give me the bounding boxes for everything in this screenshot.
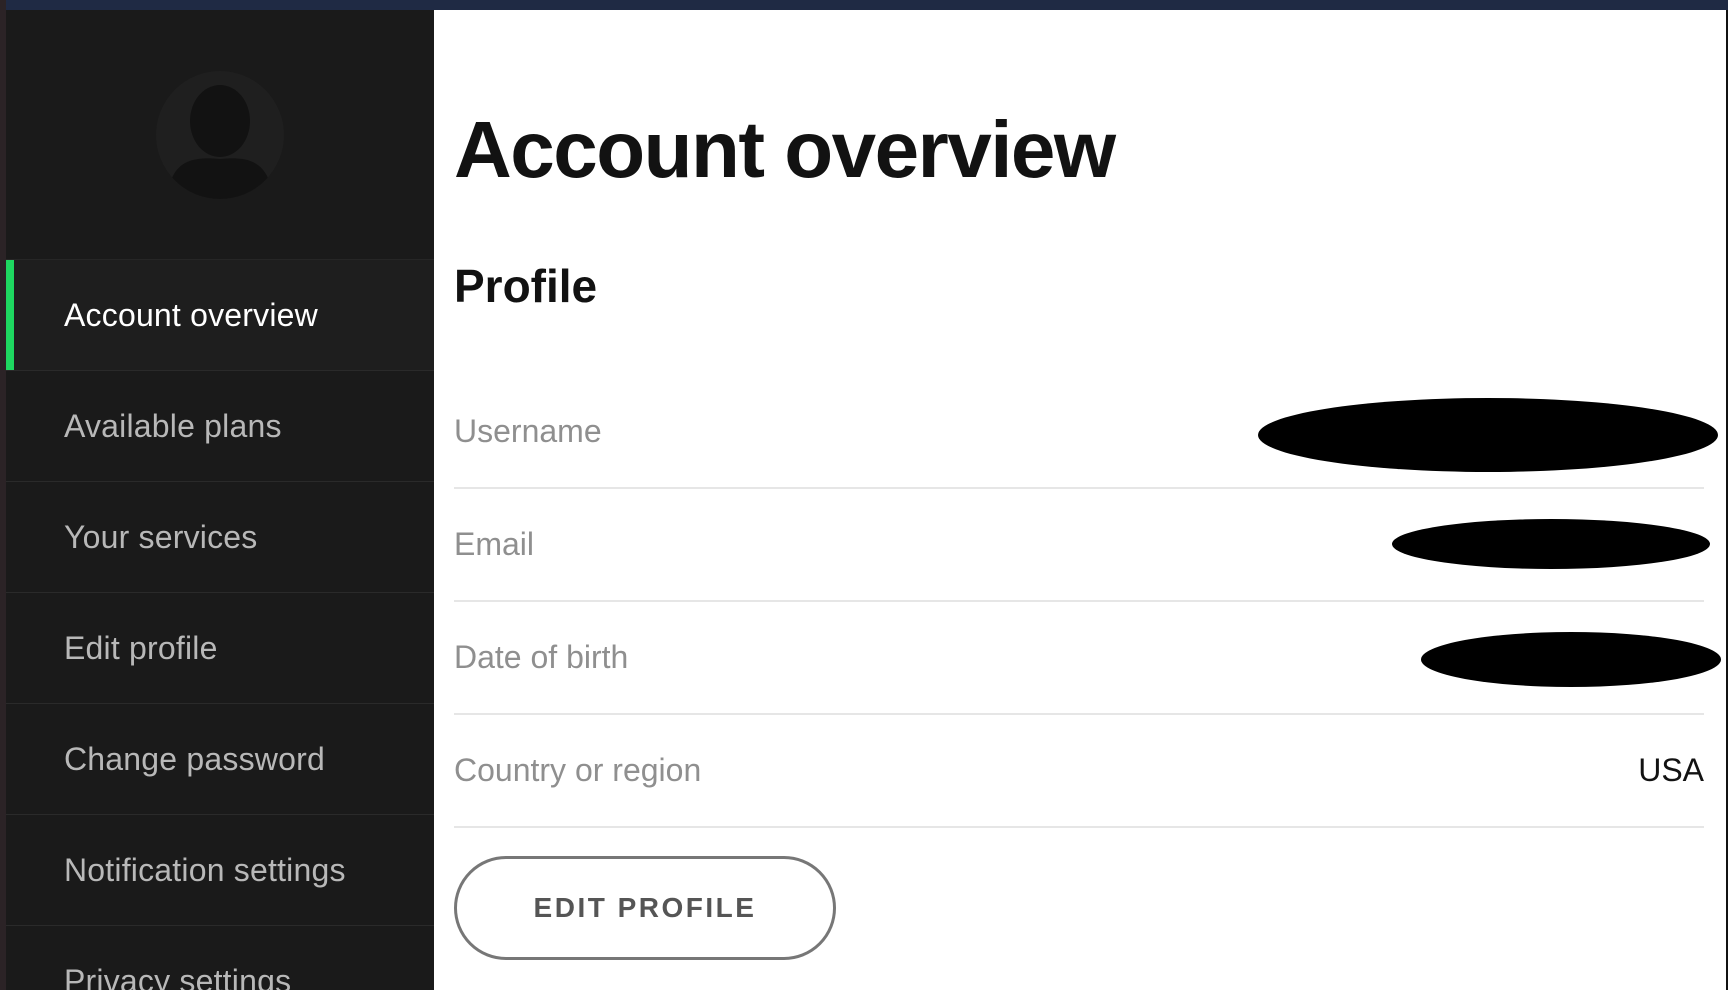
redaction-mark bbox=[1421, 632, 1721, 687]
profile-row-username: Username bbox=[454, 376, 1718, 489]
page-title: Account overview bbox=[454, 105, 1116, 194]
top-strip bbox=[0, 0, 1728, 10]
sidebar-item-label: Privacy settings bbox=[64, 962, 292, 990]
sidebar-item-edit-profile[interactable]: Edit profile bbox=[6, 593, 434, 704]
profile-heading: Profile bbox=[454, 260, 598, 312]
sidebar-item-label: Account overview bbox=[64, 296, 318, 333]
sidebar-item-available-plans[interactable]: Available plans bbox=[6, 371, 434, 482]
row-label: Country or region bbox=[454, 752, 702, 788]
profile-table: Username Email Date of birth Country or … bbox=[454, 376, 1721, 828]
sidebar-item-label: Edit profile bbox=[64, 629, 218, 666]
sidebar-item-label: Your services bbox=[64, 518, 258, 555]
row-label: Email bbox=[454, 526, 535, 562]
main-content: Account overview Profile Username Email … bbox=[434, 10, 1728, 990]
app-window: Account overview Available plans Your se… bbox=[0, 0, 1728, 990]
sidebar-item-your-services[interactable]: Your services bbox=[6, 482, 434, 593]
row-value: USA bbox=[1638, 752, 1704, 788]
sidebar-item-notification-settings[interactable]: Notification settings bbox=[6, 815, 434, 926]
row-label: Date of birth bbox=[454, 639, 629, 675]
profile-row-email: Email bbox=[454, 489, 1710, 602]
sidebar-item-label: Change password bbox=[64, 740, 325, 777]
profile-row-date-of-birth: Date of birth bbox=[454, 602, 1721, 715]
redaction-mark bbox=[1392, 519, 1710, 569]
row-label: Username bbox=[454, 413, 602, 449]
avatar bbox=[156, 71, 284, 199]
sidebar-item-label: Available plans bbox=[64, 407, 282, 444]
sidebar-item-privacy-settings[interactable]: Privacy settings bbox=[6, 926, 434, 990]
sidebar: Account overview Available plans Your se… bbox=[6, 10, 434, 990]
avatar-area bbox=[6, 10, 434, 260]
redaction-mark bbox=[1258, 398, 1718, 472]
edit-profile-button[interactable]: EDIT PROFILE bbox=[454, 856, 836, 960]
sidebar-item-change-password[interactable]: Change password bbox=[6, 704, 434, 815]
profile-row-country: Country or region USA bbox=[454, 715, 1704, 828]
sidebar-item-account-overview[interactable]: Account overview bbox=[6, 260, 434, 371]
user-silhouette-icon bbox=[156, 71, 284, 199]
sidebar-item-label: Notification settings bbox=[64, 851, 346, 888]
